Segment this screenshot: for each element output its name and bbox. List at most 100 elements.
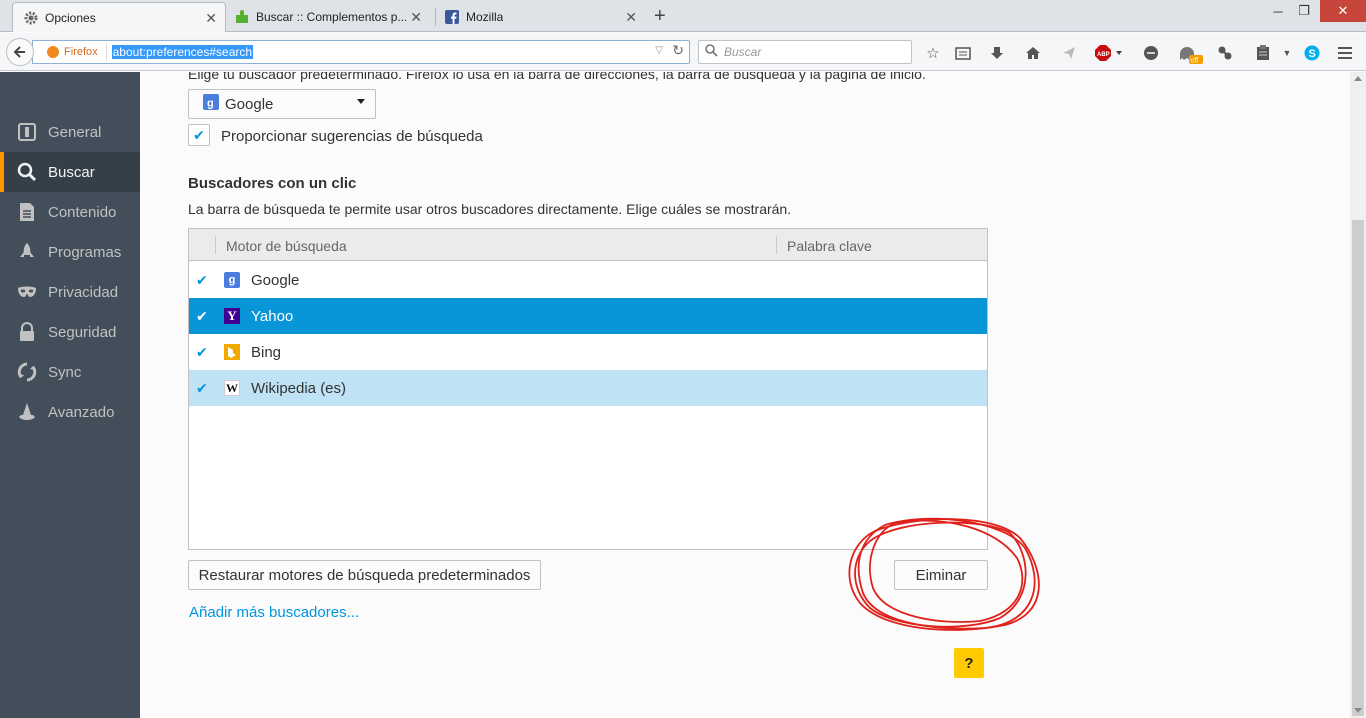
- sidebar-item-label: Seguridad: [48, 323, 117, 341]
- column-keyword[interactable]: Palabra clave: [787, 238, 872, 254]
- engines-table[interactable]: Motor de búsqueda Palabra clave ✔ g Goog…: [188, 228, 988, 550]
- firefox-icon: [47, 46, 59, 58]
- tab-opciones[interactable]: Opciones ✕: [12, 2, 226, 32]
- sidebar-item-programas[interactable]: Programas: [0, 232, 140, 272]
- search-bar[interactable]: Buscar: [698, 40, 912, 64]
- oneclick-heading: Buscadores con un clic: [188, 175, 357, 192]
- adblock-icon[interactable]: ABP: [1094, 42, 1126, 64]
- magnifier-icon: [705, 44, 718, 60]
- tab-mozilla[interactable]: Mozilla ✕: [440, 2, 645, 32]
- download-icon[interactable]: [986, 42, 1008, 64]
- preferences-sidebar: General Buscar Contenido Programas Priva…: [0, 72, 140, 718]
- skype-icon[interactable]: S: [1301, 42, 1323, 64]
- oneclick-description: La barra de búsqueda te permite usar otr…: [188, 201, 792, 217]
- engine-name: Wikipedia (es): [251, 379, 347, 397]
- share-icon[interactable]: [1058, 42, 1080, 64]
- google-icon: g: [203, 94, 219, 114]
- bing-icon: [224, 344, 240, 360]
- sidebar-item-label: Programas: [48, 243, 122, 261]
- add-more-engines-link[interactable]: Añadir más buscadores...: [189, 604, 359, 621]
- default-engine-description: Elige tu buscador predeterminado. Firefo…: [188, 72, 926, 82]
- help-button[interactable]: ?: [954, 648, 984, 678]
- identity-label: Firefox: [64, 46, 98, 58]
- scroll-up-icon[interactable]: [1354, 76, 1362, 81]
- default-engine-select[interactable]: g Google: [188, 89, 376, 119]
- history-dropdown-icon[interactable]: ▽: [655, 45, 663, 56]
- reading-list-icon[interactable]: [952, 42, 974, 64]
- sidebar-item-label: Privacidad: [48, 283, 119, 301]
- clipboard-icon[interactable]: [1252, 42, 1274, 64]
- table-row[interactable]: ✔ Bing: [189, 334, 987, 370]
- reload-icon[interactable]: ↻: [672, 42, 684, 59]
- vertical-scrollbar[interactable]: [1350, 72, 1366, 718]
- check-icon[interactable]: ✔: [196, 380, 208, 397]
- close-icon[interactable]: ✕: [625, 9, 637, 26]
- close-icon[interactable]: ✕: [410, 9, 422, 26]
- lock-icon: [17, 322, 37, 342]
- restore-defaults-button[interactable]: Restaurar motores de búsqueda predetermi…: [188, 560, 541, 590]
- tab-separator: [435, 8, 436, 26]
- sidebar-item-contenido[interactable]: Contenido: [0, 192, 140, 232]
- check-icon[interactable]: ✔: [196, 308, 208, 325]
- google-icon: g: [224, 272, 240, 288]
- new-tab-button[interactable]: +: [654, 5, 666, 28]
- url-text[interactable]: about:preferences#search: [111, 45, 254, 59]
- url-bar[interactable]: Firefox about:preferences#search ▽ ↻: [32, 40, 690, 64]
- close-icon[interactable]: ✕: [205, 10, 217, 27]
- tab-label: Opciones: [45, 10, 96, 25]
- back-button[interactable]: [6, 38, 34, 66]
- tab-label: Mozilla: [466, 10, 504, 24]
- rocket-icon: [17, 242, 37, 262]
- suggestions-label: Proporcionar sugerencias de búsqueda: [221, 128, 483, 145]
- minimize-button[interactable]: ─: [1266, 0, 1290, 22]
- tab-bar: Opciones ✕ Buscar :: Complementos p... ✕…: [0, 0, 1366, 32]
- chevron-down-icon[interactable]: ▼: [1280, 42, 1294, 64]
- restore-button[interactable]: ❐: [1292, 0, 1316, 22]
- ghostery-icon[interactable]: off: [1176, 42, 1204, 64]
- navigation-bar: Firefox about:preferences#search ▽ ↻ Bus…: [0, 33, 1366, 71]
- sidebar-item-sync[interactable]: Sync: [0, 352, 140, 392]
- sidebar-item-avanzado[interactable]: Avanzado: [0, 392, 140, 432]
- general-icon: [17, 122, 37, 142]
- engine-name: Google: [251, 271, 300, 289]
- sidebar-item-label: Avanzado: [48, 403, 115, 421]
- tab-label: Buscar :: Complementos p...: [256, 10, 406, 24]
- sidebar-item-general[interactable]: General: [0, 112, 140, 152]
- identity-box[interactable]: Firefox: [39, 43, 107, 61]
- sidebar-item-buscar[interactable]: Buscar: [0, 152, 140, 192]
- scroll-down-icon[interactable]: [1354, 708, 1362, 713]
- wizard-icon: [17, 402, 37, 422]
- table-row[interactable]: ✔ W Wikipedia (es): [189, 370, 987, 406]
- menu-icon[interactable]: [1334, 42, 1356, 64]
- svg-text:g: g: [207, 98, 214, 110]
- gear-icon: [23, 10, 39, 26]
- check-icon[interactable]: ✔: [196, 272, 208, 289]
- table-row[interactable]: ✔ Y Yahoo: [189, 298, 987, 334]
- extension-icon[interactable]: [1214, 42, 1236, 64]
- column-engine[interactable]: Motor de búsqueda: [226, 238, 347, 254]
- close-window-button[interactable]: ✕: [1320, 0, 1366, 22]
- sidebar-item-privacidad[interactable]: Privacidad: [0, 272, 140, 312]
- chevron-down-icon: [357, 99, 365, 104]
- scrollbar-thumb[interactable]: [1352, 220, 1364, 716]
- wikipedia-icon: W: [224, 380, 240, 396]
- column-separator: [776, 236, 777, 254]
- mask-icon: [17, 282, 37, 302]
- remove-button[interactable]: Eiminar: [894, 560, 988, 590]
- engine-name: Yahoo: [251, 307, 294, 325]
- back-arrow-icon: [13, 46, 25, 58]
- tab-complementos[interactable]: Buscar :: Complementos p... ✕: [230, 2, 430, 32]
- home-icon[interactable]: [1022, 42, 1044, 64]
- bookmark-star-icon[interactable]: ☆: [922, 42, 944, 64]
- svg-text:S: S: [1309, 48, 1316, 60]
- check-icon[interactable]: ✔: [196, 344, 208, 361]
- engine-name: Bing: [251, 343, 282, 361]
- table-row[interactable]: ✔ g Google: [189, 262, 987, 298]
- sidebar-item-seguridad[interactable]: Seguridad: [0, 312, 140, 352]
- table-header: Motor de búsqueda Palabra clave: [189, 229, 987, 261]
- sidebar-item-label: Contenido: [48, 203, 117, 221]
- yahoo-icon: Y: [224, 308, 240, 324]
- chat-icon[interactable]: [1140, 42, 1162, 64]
- search-placeholder: Buscar: [724, 45, 762, 59]
- suggestions-checkbox[interactable]: ✔: [188, 124, 210, 146]
